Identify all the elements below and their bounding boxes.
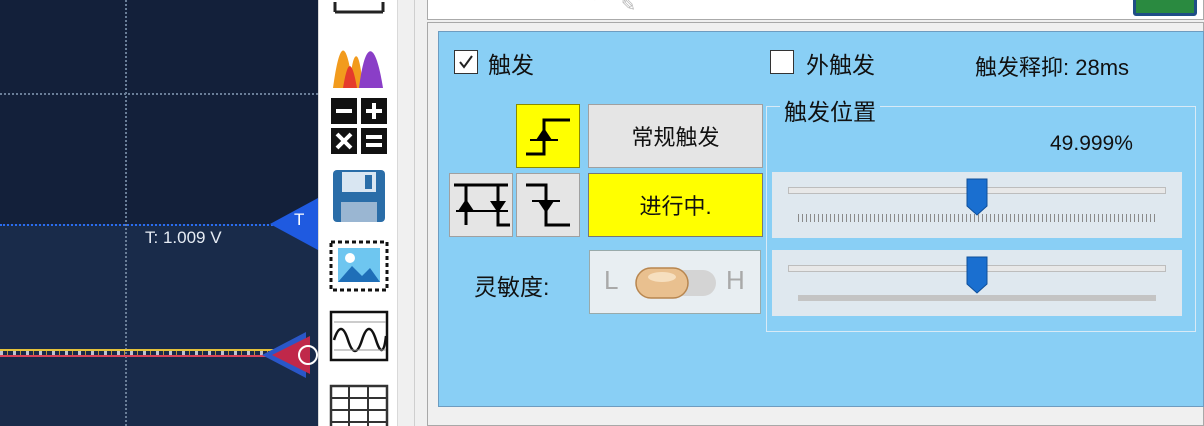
trigger-level-label: T: 1.009 V bbox=[145, 228, 222, 247]
trigger-marker[interactable]: T bbox=[270, 198, 318, 250]
trigger-marker-label: T bbox=[294, 210, 305, 229]
external-trigger-label: 外触发 bbox=[806, 52, 875, 78]
both-edges-icon bbox=[454, 183, 510, 227]
sensitivity-label: 灵敏度: bbox=[474, 274, 550, 300]
math-operators-icon[interactable] bbox=[327, 94, 391, 158]
trigger-position-value: 49.999% bbox=[1050, 132, 1133, 155]
top-tool-icon[interactable] bbox=[327, 0, 391, 14]
waveform-icon[interactable] bbox=[327, 304, 391, 368]
scope-display[interactable]: T: 1.009 V T bbox=[0, 0, 318, 426]
toggle-high-label: H bbox=[726, 265, 745, 295]
trigger-status-button[interactable]: 进行中. bbox=[588, 173, 763, 237]
both-edges-button[interactable] bbox=[449, 173, 513, 237]
histogram-icon[interactable] bbox=[327, 30, 391, 94]
falling-edge-button[interactable] bbox=[516, 173, 580, 237]
grid-line bbox=[0, 93, 318, 95]
slider-ticks bbox=[798, 214, 1156, 222]
splitter[interactable] bbox=[398, 0, 415, 426]
ghost-text-icon: ⌒ ✎ bbox=[578, 0, 647, 15]
trigger-level-slider[interactable] bbox=[772, 250, 1182, 316]
rising-edge-icon bbox=[526, 118, 570, 156]
trigger-position-title: 触发位置 bbox=[780, 93, 880, 127]
thumbnail-icon[interactable] bbox=[1133, 0, 1197, 16]
trigger-position-slider[interactable] bbox=[772, 172, 1182, 238]
toggle-switch-icon bbox=[635, 267, 716, 299]
scope-band bbox=[0, 224, 318, 426]
grid-line bbox=[125, 0, 127, 426]
slider-thumb[interactable] bbox=[966, 178, 988, 216]
trigger-enable-checkbox[interactable] bbox=[454, 50, 478, 74]
table-icon[interactable] bbox=[327, 374, 391, 426]
slider-bar bbox=[798, 295, 1156, 301]
trigger-mode-button[interactable]: 常规触发 bbox=[588, 104, 763, 168]
rising-edge-button[interactable] bbox=[516, 104, 580, 168]
top-strip: ⌒ ✎ bbox=[427, 0, 1204, 20]
falling-edge-icon bbox=[526, 183, 570, 227]
image-export-icon[interactable] bbox=[327, 234, 391, 298]
trigger-holdoff: 触发释抑: 28ms bbox=[975, 55, 1130, 80]
channel-b-marker[interactable] bbox=[262, 330, 318, 380]
slider-thumb[interactable] bbox=[966, 256, 988, 294]
toggle-low-label: L bbox=[604, 265, 619, 295]
trigger-enable-label: 触发 bbox=[488, 52, 534, 78]
tool-bar bbox=[318, 0, 398, 426]
trigger-level-line[interactable] bbox=[0, 224, 300, 226]
save-icon[interactable] bbox=[327, 164, 391, 228]
sensitivity-toggle[interactable]: L H bbox=[589, 250, 761, 314]
external-trigger-checkbox[interactable] bbox=[770, 50, 794, 74]
channel-b-trace bbox=[0, 355, 300, 357]
